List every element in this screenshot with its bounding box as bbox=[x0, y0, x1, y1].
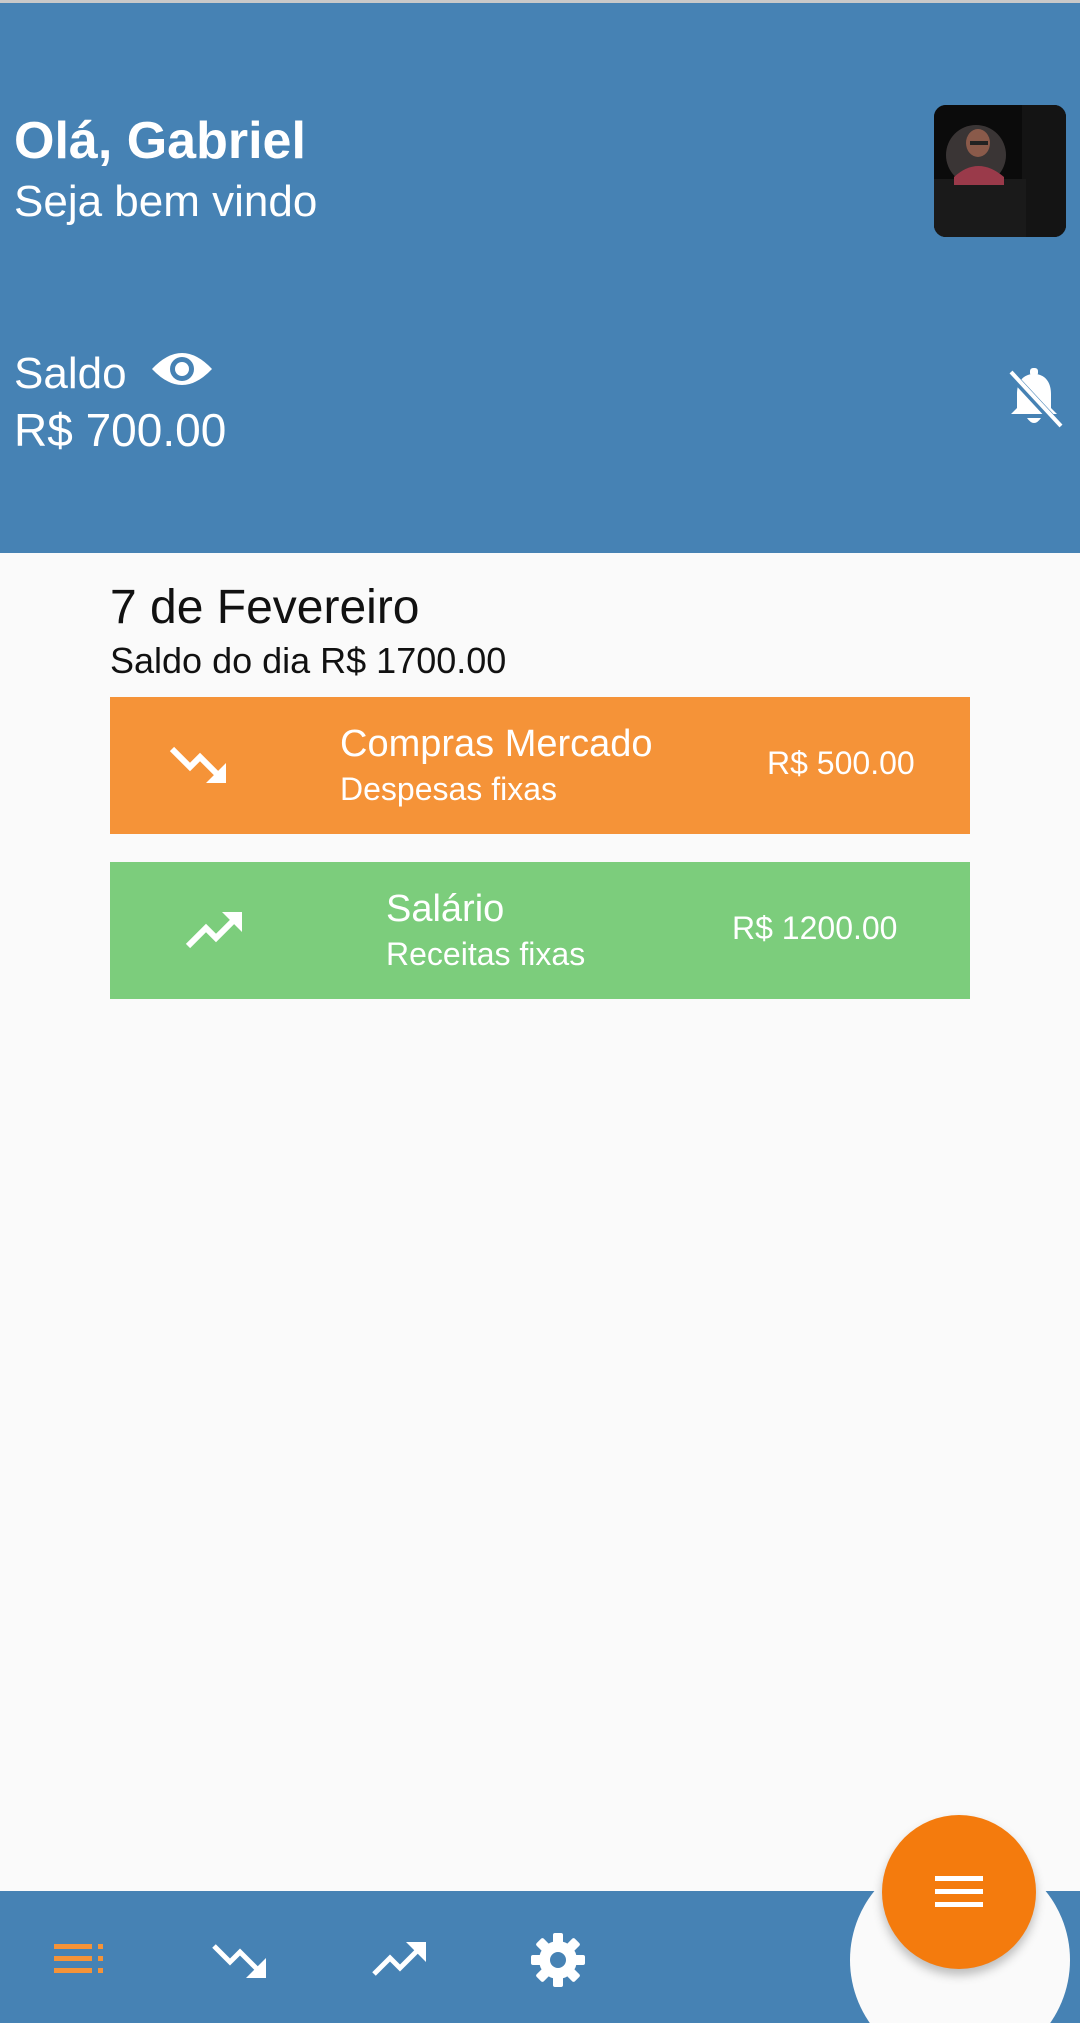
transaction-category: Despesas fixas bbox=[340, 771, 557, 807]
trending-down-icon bbox=[212, 1944, 266, 1978]
nav-item-expenses[interactable] bbox=[210, 1930, 270, 1990]
header: Olá, Gabriel Seja bem vindo Saldo R$ 700… bbox=[0, 0, 1080, 553]
eye-icon[interactable] bbox=[150, 343, 214, 395]
notifications-off-icon[interactable] bbox=[1005, 368, 1063, 430]
nav-item-income[interactable] bbox=[370, 1930, 430, 1990]
menu-fab-button[interactable] bbox=[882, 1815, 1036, 1969]
welcome-subtitle: Seja bem vindo bbox=[14, 177, 318, 226]
transaction-value: R$ 1200.00 bbox=[732, 910, 898, 946]
avatar[interactable] bbox=[934, 105, 1066, 237]
day-balance: Saldo do dia R$ 1700.00 bbox=[110, 640, 507, 681]
balance-label: Saldo bbox=[14, 349, 127, 398]
screen: Olá, Gabriel Seja bem vindo Saldo R$ 700… bbox=[0, 0, 1080, 2023]
menu-icon bbox=[935, 1876, 983, 1907]
day-title: 7 de Fevereiro bbox=[110, 581, 420, 634]
trending-down-icon bbox=[168, 741, 232, 789]
transaction-title: Salário bbox=[386, 888, 505, 930]
list-icon bbox=[54, 1944, 103, 1973]
avatar-photo bbox=[934, 105, 1066, 237]
transaction-card-expense[interactable]: Compras Mercado Despesas fixas R$ 500.00 bbox=[110, 697, 970, 834]
settings-icon bbox=[531, 1933, 585, 1987]
transaction-value: R$ 500.00 bbox=[767, 745, 915, 781]
nav-item-list[interactable] bbox=[50, 1930, 110, 1990]
nav-item-settings[interactable] bbox=[528, 1930, 588, 1990]
balance-value: R$ 700.00 bbox=[14, 404, 227, 456]
transaction-title: Compras Mercado bbox=[340, 723, 653, 765]
greeting: Olá, Gabriel bbox=[14, 112, 306, 170]
trending-up-icon bbox=[184, 906, 248, 954]
trending-up-icon bbox=[372, 1942, 426, 1976]
transaction-card-income[interactable]: Salário Receitas fixas R$ 1200.00 bbox=[110, 862, 970, 999]
transaction-category: Receitas fixas bbox=[386, 936, 586, 972]
